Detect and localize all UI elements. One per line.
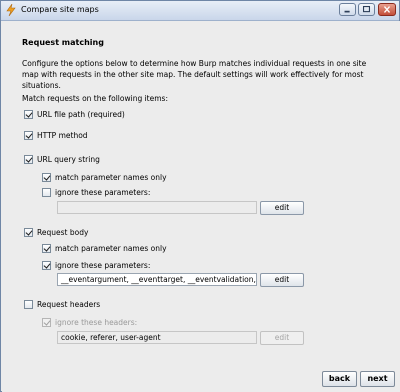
close-button[interactable] bbox=[378, 3, 396, 16]
url-query-string-label: URL query string bbox=[37, 155, 100, 164]
close-icon bbox=[383, 6, 391, 13]
minimize-icon bbox=[344, 10, 350, 13]
match-requests-label: Match requests on the following items: bbox=[22, 94, 168, 103]
ignore-headers-label: ignore these headers: bbox=[55, 318, 138, 327]
body-match-names-only-label: match parameter names only bbox=[55, 244, 167, 253]
url-file-path-label: URL file path (required) bbox=[37, 110, 125, 119]
query-ignore-params-label: ignore these parameters: bbox=[55, 188, 151, 197]
url-file-path-checkbox[interactable] bbox=[24, 110, 33, 119]
ignore-headers-checkbox[interactable] bbox=[42, 318, 51, 327]
query-edit-button[interactable]: edit bbox=[260, 201, 304, 215]
request-body-label: Request body bbox=[37, 228, 89, 237]
body-edit-button[interactable]: edit bbox=[260, 273, 304, 287]
dialog-window: Compare site maps Request matching Confi… bbox=[0, 0, 400, 392]
headers-edit-button[interactable]: edit bbox=[260, 331, 304, 345]
http-method-checkbox[interactable] bbox=[24, 131, 33, 140]
minimize-button[interactable] bbox=[339, 3, 356, 16]
request-headers-checkbox[interactable] bbox=[24, 300, 33, 309]
burp-app-icon bbox=[6, 4, 16, 16]
request-headers-label: Request headers bbox=[37, 300, 101, 309]
dialog-content: Request matching Configure the options b… bbox=[2, 21, 400, 392]
maximize-icon bbox=[362, 5, 371, 13]
request-body-checkbox[interactable] bbox=[24, 228, 33, 237]
query-match-names-only-label: match parameter names only bbox=[55, 173, 167, 182]
next-button[interactable]: next bbox=[360, 371, 395, 387]
http-method-label: HTTP method bbox=[37, 131, 88, 140]
section-description: Configure the options below to determine… bbox=[22, 59, 367, 90]
url-query-string-checkbox[interactable] bbox=[24, 155, 33, 164]
body-ignore-params-checkbox[interactable] bbox=[42, 261, 51, 270]
maximize-button[interactable] bbox=[358, 3, 375, 16]
body-ignore-params-label: ignore these parameters: bbox=[55, 261, 151, 270]
ignore-headers-field[interactable]: cookie, referer, user-agent bbox=[57, 331, 257, 344]
section-heading: Request matching bbox=[22, 38, 104, 47]
query-ignore-params-checkbox[interactable] bbox=[42, 188, 51, 197]
body-ignore-params-field[interactable]: __eventargument, __eventtarget, __eventv… bbox=[57, 273, 257, 286]
body-match-names-only-checkbox[interactable] bbox=[42, 244, 51, 253]
window-title: Compare site maps bbox=[21, 5, 99, 14]
back-button[interactable]: back bbox=[322, 371, 357, 387]
query-ignore-params-field[interactable] bbox=[57, 201, 257, 214]
title-bar[interactable]: Compare site maps bbox=[1, 1, 399, 21]
query-match-names-only-checkbox[interactable] bbox=[42, 173, 51, 182]
